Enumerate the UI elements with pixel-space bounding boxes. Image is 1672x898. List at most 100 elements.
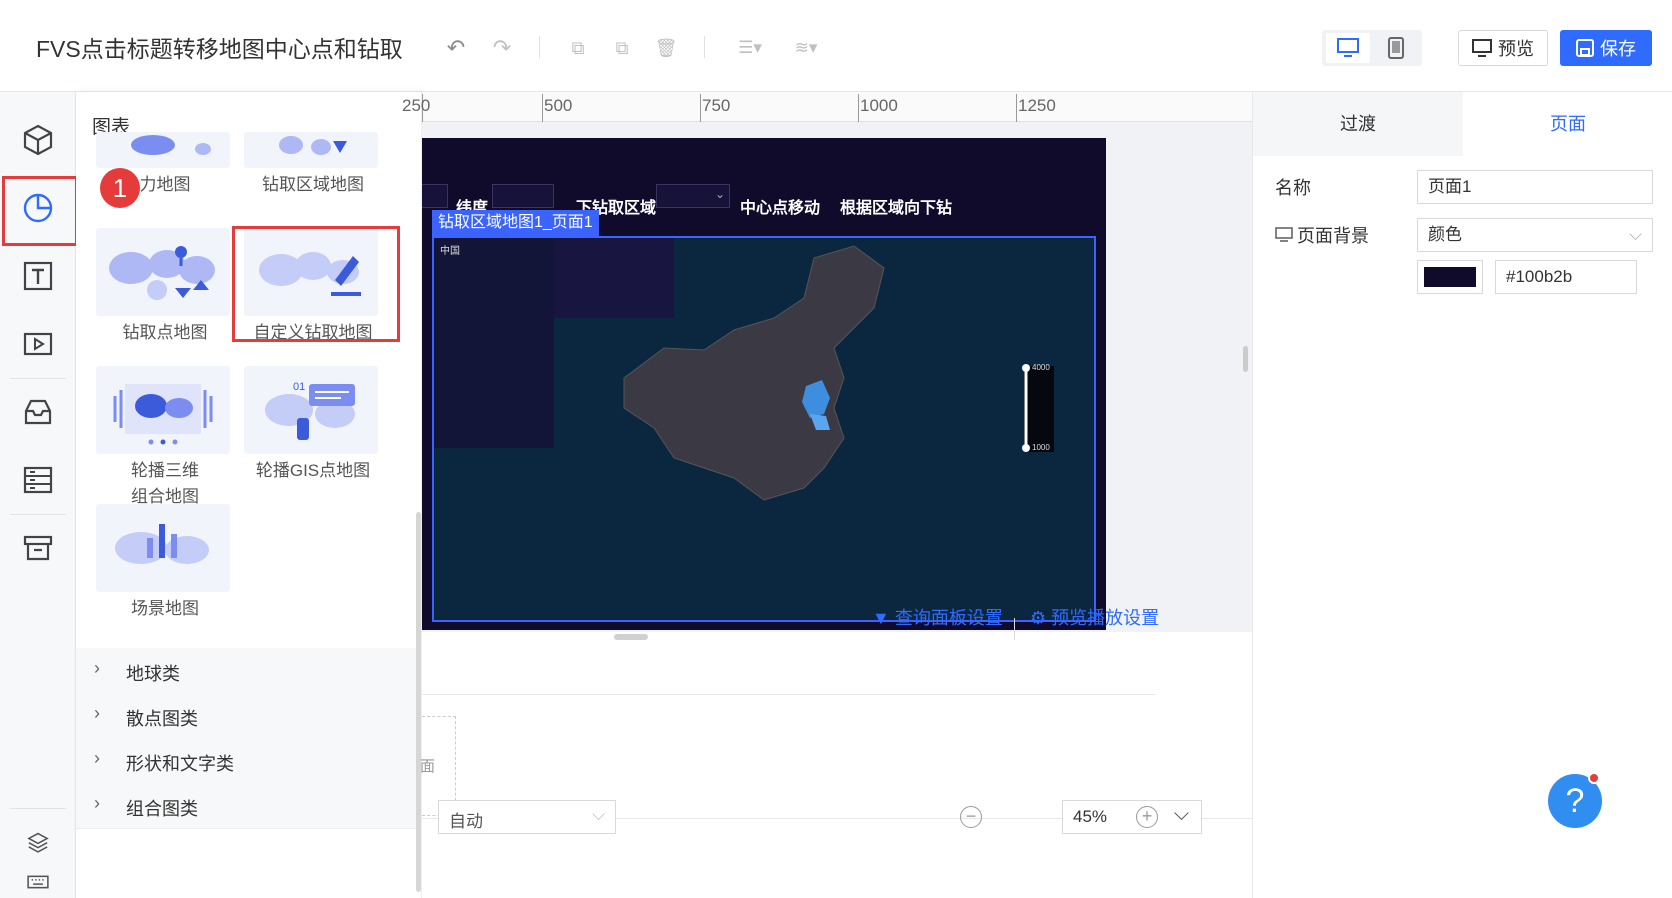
rail-keyboard[interactable] [10, 864, 66, 898]
save-button[interactable]: 保存 [1560, 30, 1652, 66]
toolbar-divider [704, 36, 705, 58]
carousel-3d-thumbnail [96, 366, 230, 454]
drill-region-map-thumbnail [244, 132, 378, 168]
preview-icon [1472, 39, 1492, 57]
preview-button[interactable]: 预览 [1458, 30, 1548, 66]
copy-icon[interactable]: ⧉ [564, 34, 592, 62]
save-label: 保存 [1600, 39, 1636, 59]
horizontal-ruler: 250 500 750 1000 1250 [402, 92, 1252, 122]
rail-text[interactable] [10, 248, 66, 304]
highlight-charts-rail [2, 176, 78, 246]
query-panel-settings-link[interactable]: ▼ 查询面板设置 [872, 604, 1003, 630]
form-icon [23, 466, 53, 494]
preview-playback-settings-link[interactable]: ⚙ 预览播放设置 [1030, 604, 1159, 630]
scene-map-thumbnail [96, 504, 230, 592]
desktop-view-button[interactable] [1326, 33, 1370, 63]
svg-text:4000: 4000 [1032, 363, 1050, 372]
gear-icon: ⚙ [1030, 608, 1052, 628]
flow-map-thumbnail [96, 132, 230, 168]
toolbar-divider [539, 36, 540, 58]
rail-3d-components[interactable] [10, 112, 66, 168]
mobile-view-button[interactable] [1374, 33, 1418, 63]
center-move-button[interactable]: 中心点移动 [740, 194, 820, 218]
category-scatter[interactable]: › 散点图类 [76, 693, 416, 739]
layer-order-icon[interactable]: ≋▾ [786, 34, 826, 62]
svg-text:01: 01 [293, 381, 305, 393]
drill-by-region-button[interactable]: 根据区域向下钻 [840, 194, 952, 218]
tile-label: 钻取点地图 [122, 323, 208, 342]
category-combo[interactable]: › 组合图类 [76, 783, 416, 829]
panel-scrollbar[interactable] [416, 512, 421, 892]
chevron-right-icon: › [94, 703, 100, 723]
scale-mode-select[interactable]: 自动 ⌵ [438, 800, 616, 834]
tile-carousel-3d-combo-map[interactable]: 轮播三维 组合地图 [96, 366, 234, 510]
china-map: 中国 4000 1000 [434, 238, 1094, 620]
rail-divider [10, 808, 66, 809]
category-shape-text[interactable]: › 形状和文字类 [76, 738, 416, 784]
redo-icon[interactable]: ↷ [488, 34, 516, 62]
category-globe[interactable]: › 地球类 [76, 648, 416, 694]
rail-media[interactable] [10, 316, 66, 372]
align-icon[interactable]: ☰▾ [730, 34, 770, 62]
chevron-right-icon: › [94, 658, 100, 678]
tab-page[interactable]: 页面 [1463, 92, 1672, 156]
chevron-right-icon: › [94, 793, 100, 813]
callout-badge-1: 1 [100, 168, 140, 208]
drill-region-map[interactable]: 中国 4000 1000 [432, 236, 1096, 622]
paste-icon[interactable]: ⧉ [608, 34, 636, 62]
page-title: FVS点击标题转移地图中心点和钻取 [36, 36, 403, 62]
page-background-label: 页面背景 [1275, 222, 1369, 248]
bottom-panel: 面 [420, 632, 1252, 898]
color-swatch-fill [1424, 267, 1476, 287]
undo-icon[interactable]: ↶ [442, 34, 470, 62]
zoom-in-icon[interactable]: + [1136, 806, 1158, 828]
svg-text:中国: 中国 [440, 244, 460, 257]
canvas-scrollbar[interactable] [1243, 346, 1248, 372]
page-canvas[interactable]: 纬度 下钻取区域 ⌄ 中心点移动 根据区域向下钻 钻取区域地图1_页面1 中国 … [422, 138, 1106, 630]
background-color-swatch[interactable] [1417, 260, 1483, 294]
svg-text:1000: 1000 [1032, 443, 1050, 452]
page-name-input[interactable]: 页面1 [1417, 170, 1653, 204]
drill-area-select[interactable]: ⌄ [656, 184, 730, 208]
highlight-custom-drill-tile [232, 226, 400, 342]
tile-drill-region-map[interactable]: 钻取区域地图 [244, 132, 382, 198]
rail-containers[interactable] [10, 384, 66, 440]
keyboard-icon [27, 875, 49, 889]
filter-icon: ▼ [872, 608, 895, 628]
top-bar: FVS点击标题转移地图中心点和钻取 ↶ ↷ ⧉ ⧉ 🗑 ☰▾ ≋▾ 预览 保存 [0, 0, 1672, 92]
zoom-out-icon[interactable]: − [960, 806, 982, 828]
chevron-down-icon: ⌄ [714, 187, 725, 201]
divider [422, 694, 1156, 695]
tile-drill-point-map[interactable]: 钻取点地图 [96, 228, 234, 346]
zoom-select[interactable]: 45% ⌵ [1062, 800, 1202, 834]
rail-layers[interactable] [10, 822, 66, 862]
video-icon [23, 332, 53, 356]
carousel-gis-thumbnail: 01 [244, 366, 378, 454]
tile-carousel-gis-point-map[interactable]: 01 轮播GIS点地图 [244, 366, 382, 484]
resize-handle[interactable] [614, 634, 648, 640]
latitude-input[interactable] [492, 184, 554, 208]
tile-scene-map[interactable]: 场景地图 [96, 504, 234, 622]
world-map-icon [109, 246, 215, 300]
gis-map-icon: 01 [265, 381, 355, 440]
input-box[interactable] [422, 184, 448, 208]
delete-icon[interactable]: 🗑 [652, 34, 680, 62]
map-component-tag: 钻取区域地图1_页面1 [432, 210, 599, 236]
archive-icon [23, 535, 53, 561]
rail-divider [10, 514, 66, 515]
tablet-icon [1388, 37, 1404, 59]
tab-transition[interactable]: 过渡 [1253, 92, 1463, 156]
background-type-select[interactable]: 颜色 ⌵ [1417, 218, 1653, 252]
chevron-down-icon: ⌵ [1629, 225, 1642, 244]
rail-forms[interactable] [10, 452, 66, 508]
name-label: 名称 [1275, 178, 1311, 198]
chevron-down-icon: ⌵ [592, 805, 605, 824]
text-icon [23, 261, 53, 291]
canvas-workspace: 250 500 750 1000 1250 纬度 下钻取区域 ⌄ 中心点移动 根… [402, 92, 1252, 898]
background-color-hex-input[interactable]: #100b2b [1495, 260, 1637, 294]
save-icon [1576, 39, 1594, 57]
device-switch [1322, 30, 1422, 66]
rail-archive[interactable] [10, 520, 66, 576]
tile-label: 场景地图 [131, 599, 199, 618]
layers-icon [27, 832, 49, 853]
